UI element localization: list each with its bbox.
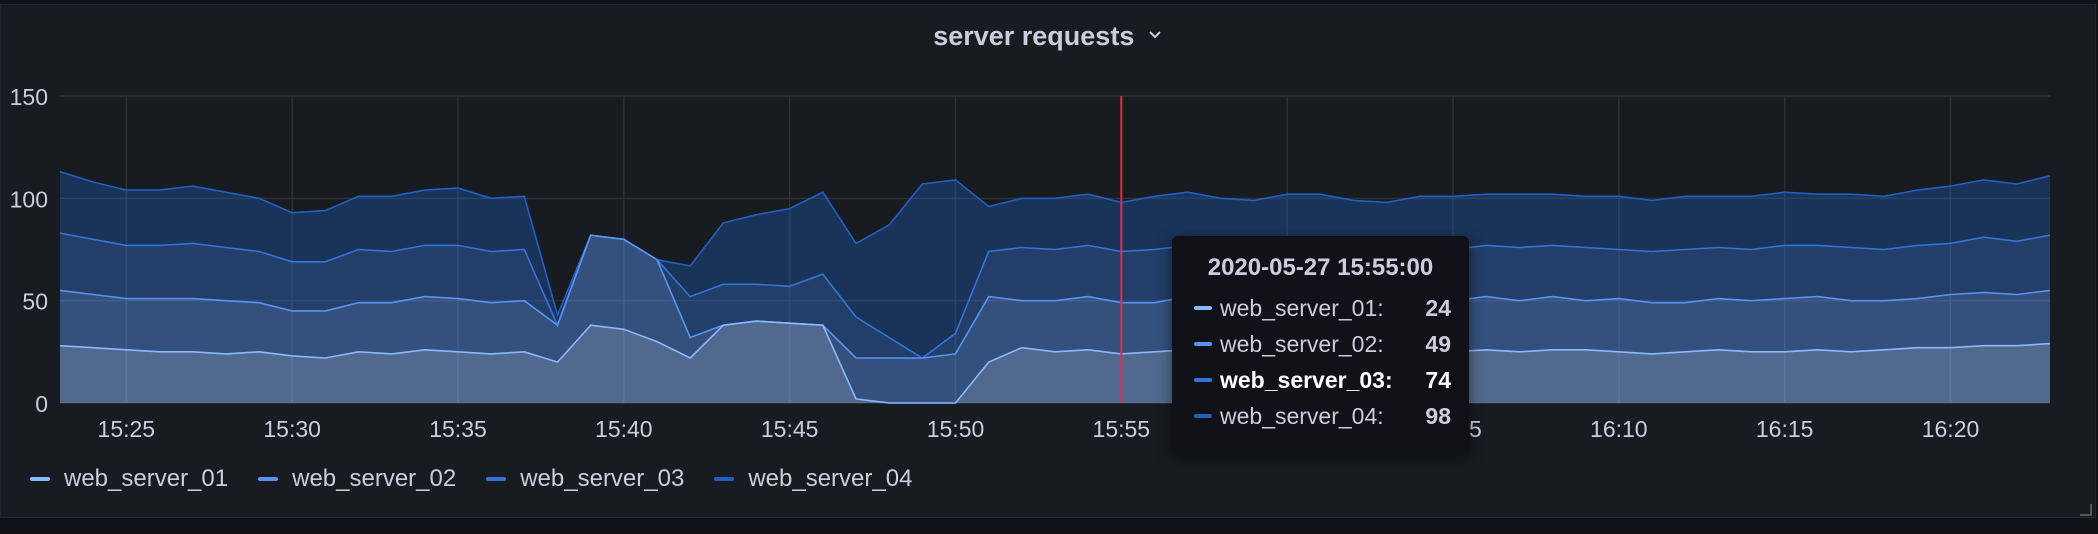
resize-handle-icon[interactable] [2080, 504, 2092, 516]
legend-item-web_server_02[interactable]: web_server_02 [258, 465, 456, 493]
tooltip-row: web_server_04: 98 [1194, 398, 1451, 434]
x-tick-label: 16:20 [1922, 416, 1980, 442]
y-tick-label: 100 [10, 186, 48, 212]
x-tick-label: 15:45 [761, 416, 819, 442]
legend-label: web_server_04 [748, 465, 913, 492]
legend-label: web_server_02 [292, 465, 457, 492]
x-tick-label: 15:40 [595, 416, 653, 442]
hover-tooltip: 2020-05-27 15:55:00 web_server_01: 24 web_… [1172, 236, 1469, 454]
tooltip-row: web_server_03: 74 [1194, 362, 1451, 398]
tooltip-series-name: web_server_01: [1220, 294, 1384, 321]
tooltip-series-value: 24 [1425, 294, 1451, 321]
tooltip-swatch [1194, 342, 1212, 346]
y-tick-label: 50 [22, 289, 48, 315]
tooltip-series-name: web_server_04: [1220, 402, 1384, 429]
y-tick-label: 150 [10, 84, 48, 110]
x-tick-label: 15:25 [98, 416, 156, 442]
tooltip-swatch [1194, 306, 1212, 310]
tooltip-row: web_server_02: 49 [1194, 326, 1451, 362]
tooltip-series-name: web_server_02: [1220, 330, 1384, 357]
x-tick-label: 15:30 [263, 416, 321, 442]
legend-swatch [714, 477, 735, 481]
tooltip-series-name: web_server_03: [1220, 366, 1393, 393]
tooltip-series-value: 74 [1425, 366, 1451, 393]
tooltip-rows: web_server_01: 24 web_server_02: 49 web_serv… [1194, 290, 1451, 434]
x-tick-label: 15:55 [1093, 416, 1151, 442]
area-chart[interactable]: 0 50 100 150 15:25 15:30 15:35 15:40 15:45 15:50 1… [0, 0, 2098, 534]
legend-item-web_server_01[interactable]: web_server_01 [30, 465, 228, 493]
x-tick-label: 15:35 [429, 416, 487, 442]
legend-item-web_server_03[interactable]: web_server_03 [486, 465, 684, 493]
legend-item-web_server_04[interactable]: web_server_04 [714, 465, 912, 493]
tooltip-series-value: 49 [1425, 330, 1451, 357]
legend-swatch [258, 477, 279, 481]
x-tick-label: 15:50 [927, 416, 985, 442]
x-tick-label: 16:10 [1590, 416, 1648, 442]
legend-swatch [30, 477, 50, 481]
chart-legend: web_server_01 web_server_02 web_server_03 w… [30, 465, 912, 493]
x-tick-label: 16:15 [1756, 416, 1814, 442]
tooltip-swatch [1194, 414, 1212, 418]
tooltip-time: 2020-05-27 15:55:00 [1207, 254, 1434, 281]
tooltip-series-value: 98 [1425, 402, 1451, 429]
legend-label: web_server_01 [64, 465, 229, 492]
tooltip-swatch [1194, 378, 1212, 382]
legend-label: web_server_03 [520, 465, 685, 492]
legend-swatch [486, 477, 507, 481]
tooltip-row: web_server_01: 24 [1194, 290, 1451, 326]
y-tick-label: 0 [35, 391, 48, 417]
